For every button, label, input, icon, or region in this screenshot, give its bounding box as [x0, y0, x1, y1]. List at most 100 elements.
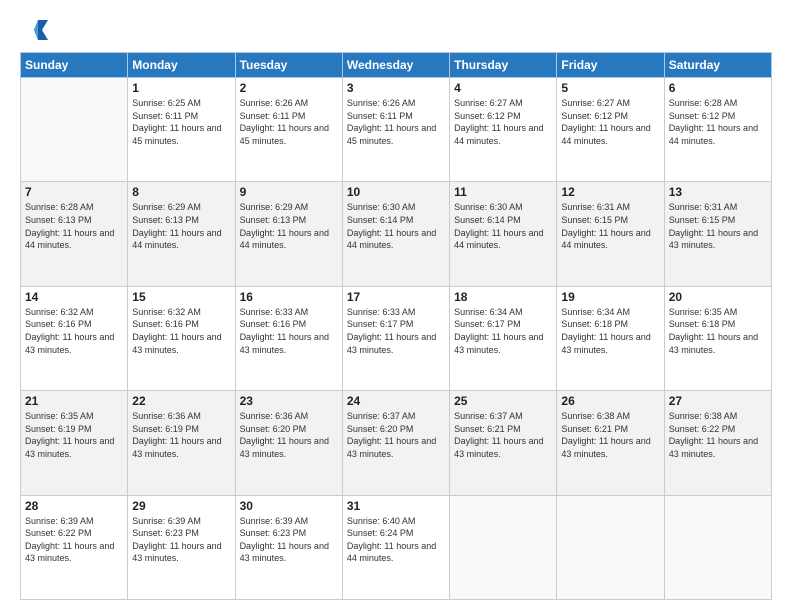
table-row — [21, 78, 128, 182]
cell-info: Sunrise: 6:30 AMSunset: 6:14 PMDaylight:… — [347, 201, 445, 251]
table-row: 27 Sunrise: 6:38 AMSunset: 6:22 PMDayligh… — [664, 391, 771, 495]
table-row: 4Sunrise: 6:27 AMSunset: 6:12 PMDaylight… — [450, 78, 557, 182]
cell-info: Sunrise: 6:25 AMSunset: 6:11 PMDaylight:… — [132, 97, 230, 147]
cell-info: Sunrise: 6:27 AMSunset: 6:12 PMDaylight:… — [561, 97, 659, 147]
day-number: 1 — [132, 81, 230, 95]
cell-info: Sunrise: 6:39 AMSunset: 6:23 PMDaylight:… — [240, 515, 338, 565]
table-row: 25 Sunrise: 6:37 AMSunset: 6:21 PMDayligh… — [450, 391, 557, 495]
table-row: 31 Sunrise: 6:40 AMSunset: 6:24 PMDayligh… — [342, 495, 449, 599]
day-number: 12 — [561, 185, 659, 199]
day-number: 14 — [25, 290, 123, 304]
day-number: 20 — [669, 290, 767, 304]
day-number: 27 — [669, 394, 767, 408]
day-number: 8 — [132, 185, 230, 199]
cell-info: Sunrise: 6:35 AMSunset: 6:19 PMDaylight:… — [25, 410, 123, 460]
table-row: 14 Sunrise: 6:32 AMSunset: 6:16 PMDayligh… — [21, 286, 128, 390]
cell-info: Sunrise: 6:36 AMSunset: 6:19 PMDaylight:… — [132, 410, 230, 460]
table-row: 23 Sunrise: 6:36 AMSunset: 6:20 PMDayligh… — [235, 391, 342, 495]
calendar-week-4: 28Sunrise: 6:39 AMSunset: 6:22 PMDayligh… — [21, 495, 772, 599]
table-row: 10 Sunrise: 6:30 AMSunset: 6:14 PMDayligh… — [342, 182, 449, 286]
cell-info: Sunrise: 6:26 AMSunset: 6:11 PMDaylight:… — [240, 97, 338, 147]
table-row — [450, 495, 557, 599]
col-monday: Monday — [128, 53, 235, 78]
table-row: 13 Sunrise: 6:31 AMSunset: 6:15 PMDayligh… — [664, 182, 771, 286]
cell-info: Sunrise: 6:37 AMSunset: 6:21 PMDaylight:… — [454, 410, 552, 460]
cell-info: Sunrise: 6:34 AMSunset: 6:17 PMDaylight:… — [454, 306, 552, 356]
cell-info: Sunrise: 6:27 AMSunset: 6:12 PMDaylight:… — [454, 97, 552, 147]
day-number: 5 — [561, 81, 659, 95]
day-number: 30 — [240, 499, 338, 513]
table-row: 2 Sunrise: 6:26 AMSunset: 6:11 PMDaylight… — [235, 78, 342, 182]
cell-info: Sunrise: 6:28 AMSunset: 6:12 PMDaylight:… — [669, 97, 767, 147]
day-number: 17 — [347, 290, 445, 304]
day-number: 23 — [240, 394, 338, 408]
cell-info: Sunrise: 6:38 AMSunset: 6:22 PMDaylight:… — [669, 410, 767, 460]
table-row: 29Sunrise: 6:39 AMSunset: 6:23 PMDayligh… — [128, 495, 235, 599]
table-row: 5 Sunrise: 6:27 AMSunset: 6:12 PMDaylight… — [557, 78, 664, 182]
day-number: 22 — [132, 394, 230, 408]
day-number: 21 — [25, 394, 123, 408]
table-row: 21 Sunrise: 6:35 AMSunset: 6:19 PMDayligh… — [21, 391, 128, 495]
table-row: 28Sunrise: 6:39 AMSunset: 6:22 PMDayligh… — [21, 495, 128, 599]
cell-info: Sunrise: 6:37 AMSunset: 6:20 PMDaylight:… — [347, 410, 445, 460]
col-sunday: Sunday — [21, 53, 128, 78]
day-number: 2 — [240, 81, 338, 95]
table-row: 11Sunrise: 6:30 AMSunset: 6:14 PMDayligh… — [450, 182, 557, 286]
cell-info: Sunrise: 6:31 AMSunset: 6:15 PMDaylight:… — [561, 201, 659, 251]
cell-info: Sunrise: 6:40 AMSunset: 6:24 PMDaylight:… — [347, 515, 445, 565]
table-row: 1 Sunrise: 6:25 AMSunset: 6:11 PMDaylight… — [128, 78, 235, 182]
day-number: 19 — [561, 290, 659, 304]
cell-info: Sunrise: 6:31 AMSunset: 6:15 PMDaylight:… — [669, 201, 767, 251]
cell-info: Sunrise: 6:33 AMSunset: 6:16 PMDaylight:… — [240, 306, 338, 356]
day-number: 29 — [132, 499, 230, 513]
day-number: 31 — [347, 499, 445, 513]
col-tuesday: Tuesday — [235, 53, 342, 78]
day-number: 3 — [347, 81, 445, 95]
day-number: 25 — [454, 394, 552, 408]
cell-info: Sunrise: 6:38 AMSunset: 6:21 PMDaylight:… — [561, 410, 659, 460]
day-number: 6 — [669, 81, 767, 95]
table-row: 6 Sunrise: 6:28 AMSunset: 6:12 PMDaylight… — [664, 78, 771, 182]
cell-info: Sunrise: 6:32 AMSunset: 6:16 PMDaylight:… — [132, 306, 230, 356]
cell-info: Sunrise: 6:35 AMSunset: 6:18 PMDaylight:… — [669, 306, 767, 356]
day-number: 13 — [669, 185, 767, 199]
table-row: 7Sunrise: 6:28 AMSunset: 6:13 PMDaylight… — [21, 182, 128, 286]
day-number: 28 — [25, 499, 123, 513]
header-row: Sunday Monday Tuesday Wednesday Thursday… — [21, 53, 772, 78]
col-wednesday: Wednesday — [342, 53, 449, 78]
cell-info: Sunrise: 6:34 AMSunset: 6:18 PMDaylight:… — [561, 306, 659, 356]
cell-info: Sunrise: 6:36 AMSunset: 6:20 PMDaylight:… — [240, 410, 338, 460]
day-number: 18 — [454, 290, 552, 304]
calendar-week-3: 21 Sunrise: 6:35 AMSunset: 6:19 PMDayligh… — [21, 391, 772, 495]
table-row — [557, 495, 664, 599]
table-row — [664, 495, 771, 599]
day-number: 26 — [561, 394, 659, 408]
col-friday: Friday — [557, 53, 664, 78]
day-number: 10 — [347, 185, 445, 199]
cell-info: Sunrise: 6:32 AMSunset: 6:16 PMDaylight:… — [25, 306, 123, 356]
calendar-week-2: 14 Sunrise: 6:32 AMSunset: 6:16 PMDayligh… — [21, 286, 772, 390]
cell-info: Sunrise: 6:30 AMSunset: 6:14 PMDaylight:… — [454, 201, 552, 251]
table-row: 19 Sunrise: 6:34 AMSunset: 6:18 PMDayligh… — [557, 286, 664, 390]
table-row: 17Sunrise: 6:33 AMSunset: 6:17 PMDayligh… — [342, 286, 449, 390]
cell-info: Sunrise: 6:29 AMSunset: 6:13 PMDaylight:… — [240, 201, 338, 251]
day-number: 7 — [25, 185, 123, 199]
cell-info: Sunrise: 6:26 AMSunset: 6:11 PMDaylight:… — [347, 97, 445, 147]
table-row: 16Sunrise: 6:33 AMSunset: 6:16 PMDayligh… — [235, 286, 342, 390]
header — [20, 16, 772, 44]
table-row: 22 Sunrise: 6:36 AMSunset: 6:19 PMDayligh… — [128, 391, 235, 495]
calendar-week-0: 1 Sunrise: 6:25 AMSunset: 6:11 PMDaylight… — [21, 78, 772, 182]
day-number: 9 — [240, 185, 338, 199]
table-row: 20 Sunrise: 6:35 AMSunset: 6:18 PMDayligh… — [664, 286, 771, 390]
table-row: 8 Sunrise: 6:29 AMSunset: 6:13 PMDaylight… — [128, 182, 235, 286]
logo — [20, 16, 52, 44]
calendar-week-1: 7Sunrise: 6:28 AMSunset: 6:13 PMDaylight… — [21, 182, 772, 286]
page: Sunday Monday Tuesday Wednesday Thursday… — [0, 0, 792, 612]
day-number: 15 — [132, 290, 230, 304]
logo-icon — [20, 16, 48, 44]
table-row: 24Sunrise: 6:37 AMSunset: 6:20 PMDayligh… — [342, 391, 449, 495]
col-thursday: Thursday — [450, 53, 557, 78]
table-row: 12 Sunrise: 6:31 AMSunset: 6:15 PMDayligh… — [557, 182, 664, 286]
cell-info: Sunrise: 6:29 AMSunset: 6:13 PMDaylight:… — [132, 201, 230, 251]
table-row: 9 Sunrise: 6:29 AMSunset: 6:13 PMDaylight… — [235, 182, 342, 286]
